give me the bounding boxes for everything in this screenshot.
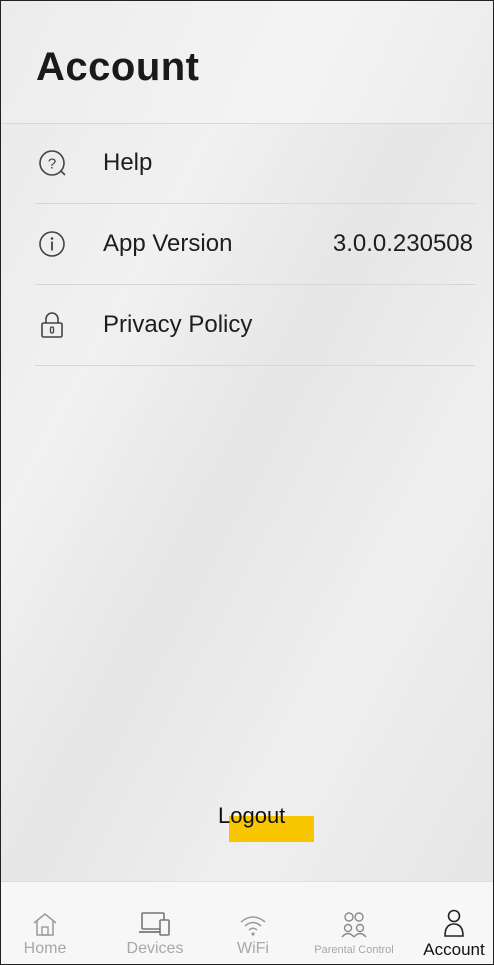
menu-item-app-version[interactable]: App Version 3.0.0.230508 bbox=[35, 204, 475, 285]
tab-label: Home bbox=[23, 940, 67, 957]
page-header: Account bbox=[1, 1, 493, 124]
tab-label: WiFi bbox=[237, 940, 269, 957]
bottom-tab-bar: Home Devices WiFi Parental Control Accou… bbox=[1, 881, 493, 964]
menu-item-label: App Version bbox=[103, 230, 233, 257]
account-icon bbox=[441, 908, 467, 938]
svg-text:?: ? bbox=[48, 156, 56, 173]
tab-parental-control[interactable]: Parental Control bbox=[301, 882, 407, 964]
info-icon bbox=[35, 227, 69, 261]
tab-devices[interactable]: Devices bbox=[117, 882, 193, 964]
home-icon bbox=[31, 908, 59, 938]
parental-control-icon bbox=[339, 908, 369, 938]
tab-wifi[interactable]: WiFi bbox=[233, 882, 273, 964]
app-screen: Account ? Help App Version 3.0.0.230508 … bbox=[0, 0, 494, 965]
lock-icon bbox=[35, 308, 69, 342]
app-version-value: 3.0.0.230508 bbox=[332, 230, 473, 257]
help-icon: ? bbox=[35, 146, 69, 180]
tab-label: Devices bbox=[126, 940, 184, 957]
tab-home[interactable]: Home bbox=[21, 882, 69, 964]
tab-account[interactable]: Account bbox=[415, 882, 493, 964]
menu-item-label: Help bbox=[103, 149, 153, 176]
logout-button[interactable]: Logout bbox=[218, 803, 314, 842]
page-title: Account bbox=[36, 45, 200, 89]
menu-item-privacy-policy[interactable]: Privacy Policy bbox=[35, 285, 475, 366]
devices-icon bbox=[138, 908, 172, 938]
account-menu: ? Help App Version 3.0.0.230508 Privacy … bbox=[1, 123, 493, 366]
menu-item-help[interactable]: ? Help bbox=[35, 123, 475, 204]
wifi-icon bbox=[238, 908, 268, 938]
tab-label: Parental Control bbox=[314, 944, 394, 956]
tab-label: Account bbox=[423, 940, 485, 959]
menu-item-label: Privacy Policy bbox=[103, 311, 253, 338]
logout-label: Logout bbox=[218, 803, 286, 828]
